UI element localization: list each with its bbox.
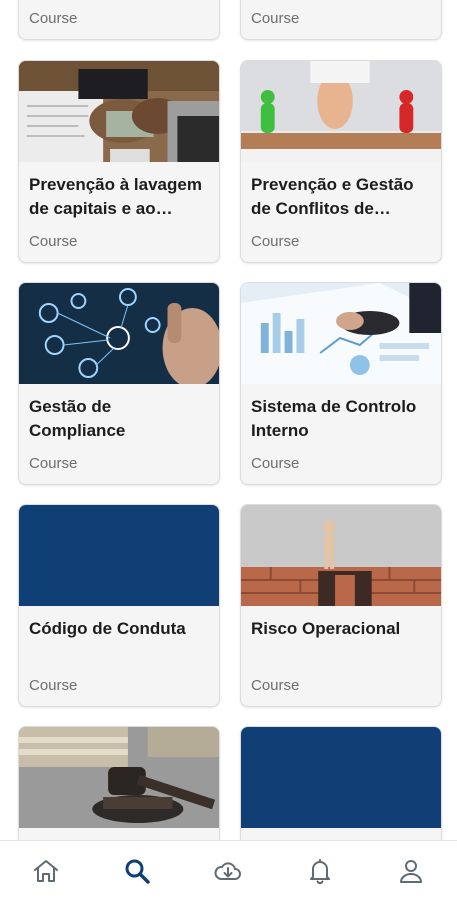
- course-thumbnail: [241, 283, 441, 384]
- course-title: Prevenção à lavagem de capitais e ao fin…: [29, 175, 202, 218]
- cloud-download-icon: [214, 861, 242, 880]
- course-card[interactable]: Risco Operacional Course: [240, 504, 442, 707]
- course-thumbnail: [19, 505, 219, 606]
- bell-icon: [309, 858, 330, 884]
- search-icon: [125, 859, 150, 884]
- course-title: Risco Operacional: [251, 619, 401, 638]
- course-type-label: Course: [251, 233, 300, 250]
- nav-profile[interactable]: [381, 847, 441, 895]
- course-thumbnail: [241, 505, 441, 606]
- course-thumbnail: [19, 727, 219, 828]
- bottom-navigation: [0, 840, 457, 900]
- course-card[interactable]: Código de Conduta Course: [18, 504, 220, 707]
- course-type-label: Course: [251, 455, 300, 472]
- nav-downloads[interactable]: [198, 847, 258, 895]
- course-title: Gestão de Compliance: [29, 397, 126, 440]
- course-card[interactable]: Prevenção à lavagem de capitais e ao fin…: [18, 60, 220, 263]
- course-thumbnail: [241, 727, 441, 828]
- course-card[interactable]: Gestão de Compliance Course: [18, 282, 220, 485]
- course-card[interactable]: [18, 726, 220, 840]
- nav-notifications[interactable]: [290, 847, 350, 895]
- course-title: Prevenção e Gestão de Conflitos de Inter…: [251, 175, 414, 218]
- course-grid: Course Course Prevenção à lavagem de cap…: [0, 0, 457, 840]
- course-card[interactable]: Sistema de Controlo Interno Course: [240, 282, 442, 485]
- nav-search[interactable]: [107, 847, 167, 895]
- course-type-label: Course: [251, 10, 300, 27]
- course-card[interactable]: [240, 726, 442, 840]
- course-type-label: Course: [29, 10, 78, 27]
- course-type-label: Course: [29, 455, 78, 472]
- course-card[interactable]: Course: [18, 0, 220, 40]
- course-card[interactable]: Course: [240, 0, 442, 40]
- course-card[interactable]: Prevenção e Gestão de Conflitos de Inter…: [240, 60, 442, 263]
- course-search-screen: Course Course Prevenção à lavagem de cap…: [0, 0, 457, 900]
- nav-home[interactable]: [16, 847, 76, 895]
- course-type-label: Course: [251, 677, 300, 694]
- course-thumbnail: [19, 283, 219, 384]
- course-title: Sistema de Controlo Interno: [251, 397, 417, 440]
- course-thumbnail: [19, 61, 219, 162]
- home-icon: [33, 859, 58, 882]
- profile-icon: [400, 859, 423, 883]
- course-type-label: Course: [29, 677, 78, 694]
- course-title: Código de Conduta: [29, 619, 186, 638]
- course-type-label: Course: [29, 233, 78, 250]
- course-thumbnail: [241, 61, 441, 162]
